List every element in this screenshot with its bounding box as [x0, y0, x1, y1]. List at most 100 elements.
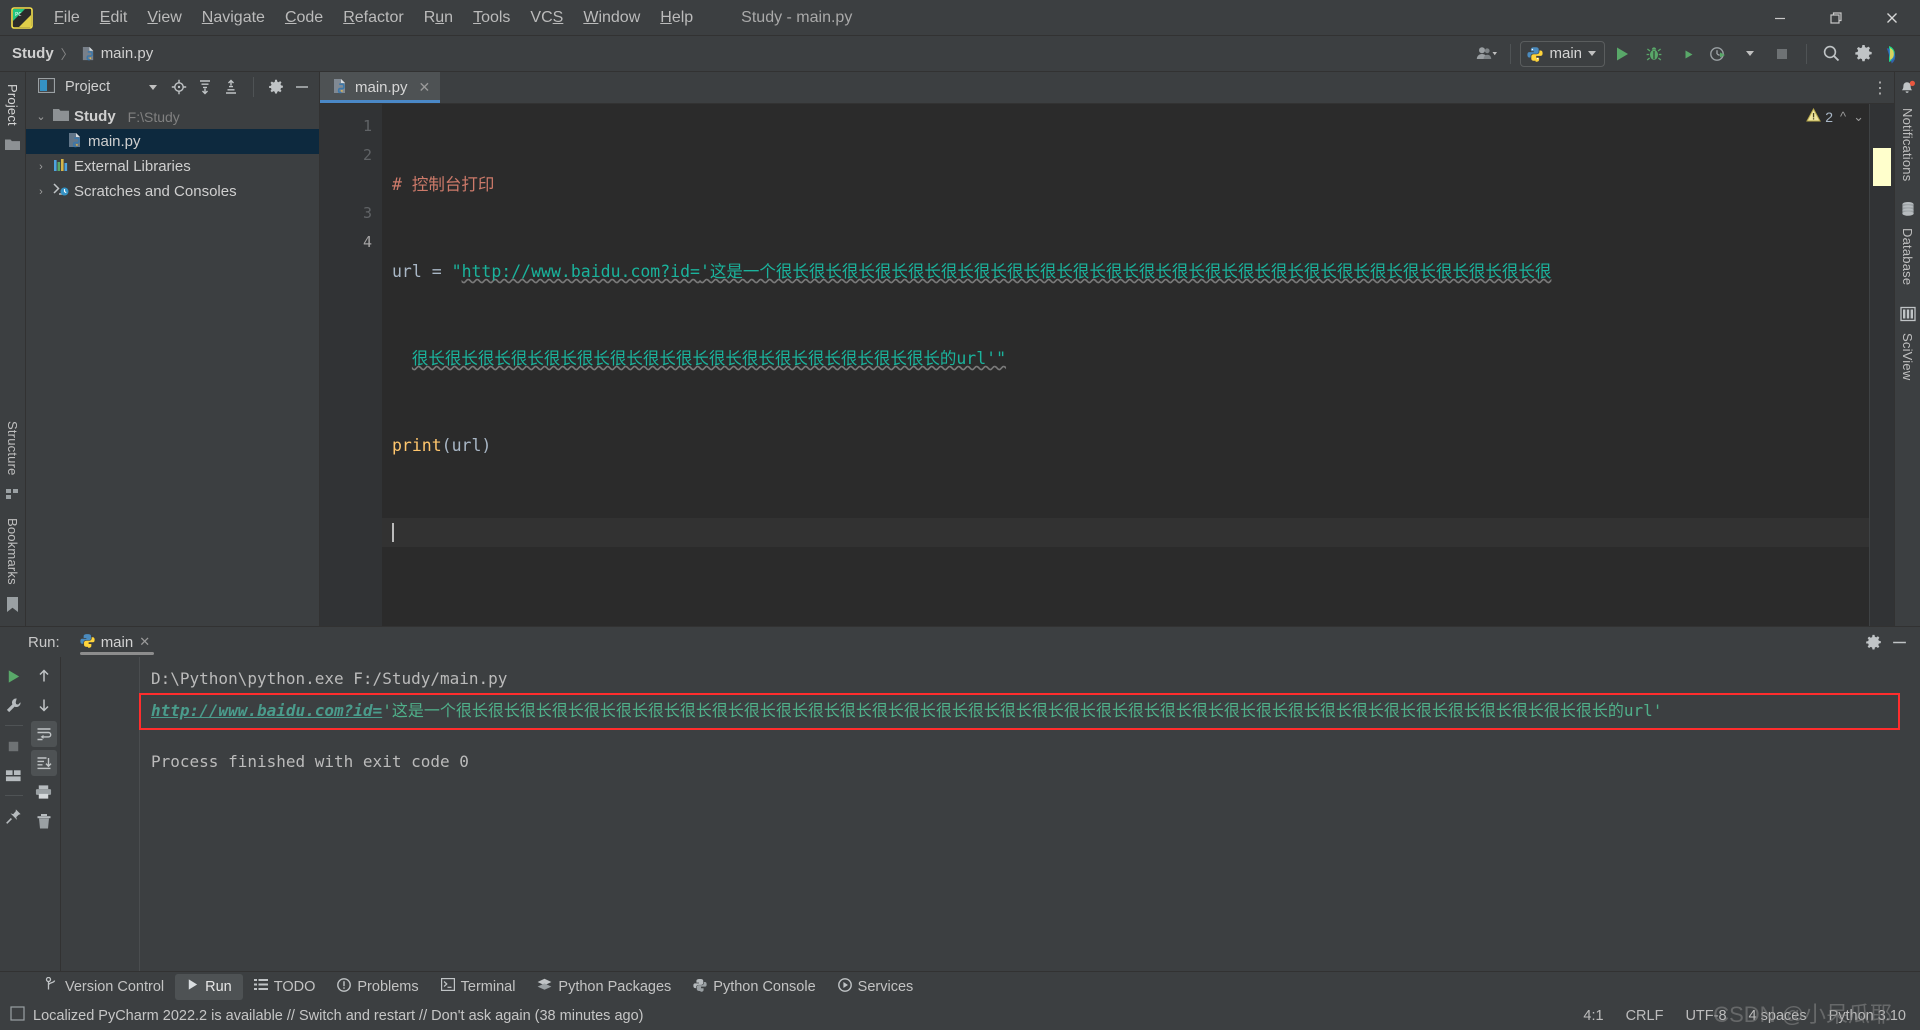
tree-row-mainpy[interactable]: main.py [26, 129, 319, 154]
rail-item-structure[interactable]: Structure [5, 415, 20, 482]
ide-assistant-icon[interactable] [1880, 40, 1910, 68]
run-configuration-selector[interactable]: main [1520, 40, 1605, 67]
warning-count[interactable]: 2 [1806, 107, 1833, 125]
layout-icon[interactable] [1, 762, 27, 788]
line-number: 3 [362, 204, 372, 222]
folder-icon [53, 108, 69, 126]
run-tab-main[interactable]: main ✕ [76, 627, 158, 657]
collapse-all-icon[interactable] [220, 76, 242, 98]
menu-view[interactable]: View [137, 5, 191, 31]
editor-options-icon[interactable]: ⋮ [1866, 72, 1894, 103]
project-settings-icon[interactable] [265, 76, 287, 98]
chevron-right-icon[interactable]: › [34, 186, 48, 198]
run-console[interactable]: D:\Python\python.exe F:/Study/main.py ht… [61, 657, 1920, 971]
console-output-text-1: '这是一个很长很长很长很长很长很长很长很长很长很长很长很长很长很长很长很长很长很… [382, 701, 1432, 720]
wrench-icon[interactable] [1, 692, 27, 718]
menu-tools[interactable]: Tools [463, 5, 520, 31]
rail-item-database[interactable]: Database [1900, 201, 1916, 291]
stop-icon[interactable] [1767, 40, 1797, 68]
close-button[interactable] [1864, 0, 1920, 36]
status-message[interactable]: Localized PyCharm 2022.2 is available //… [33, 1008, 643, 1024]
indent-setting[interactable]: 4 spaces [1749, 1008, 1807, 1024]
chevron-down-icon[interactable]: ⌄ [1853, 109, 1864, 125]
bottom-item-problems[interactable]: Problems [326, 974, 429, 1000]
inspection-strip[interactable] [1870, 104, 1894, 626]
chevron-up-icon[interactable]: ^ [1840, 109, 1846, 124]
structure-icon[interactable] [5, 487, 20, 506]
down-arrow-icon[interactable] [31, 692, 57, 718]
rail-item-project[interactable]: Project [5, 78, 20, 132]
interpreter-setting[interactable]: Python 3.10 [1829, 1008, 1906, 1024]
file-encoding[interactable]: UTF-8 [1685, 1008, 1726, 1024]
pin-icon[interactable] [1, 803, 27, 829]
rerun-icon[interactable] [1, 663, 27, 689]
bottom-item-services[interactable]: Services [827, 974, 925, 1000]
hide-panel-icon[interactable] [291, 76, 313, 98]
rail-label-structure: Structure [5, 420, 20, 476]
bottom-item-python-packages[interactable]: Python Packages [526, 974, 682, 1000]
bottom-item-todo[interactable]: TODO [243, 974, 327, 1000]
menu-help[interactable]: Help [650, 5, 703, 31]
run-icon[interactable] [1607, 40, 1637, 68]
line-number: 4 [362, 233, 372, 251]
breadcrumb-project[interactable]: Study [12, 45, 54, 62]
rail-item-notifications[interactable]: Notifications [1899, 80, 1916, 187]
print-icon[interactable] [31, 779, 57, 805]
close-icon[interactable]: ✕ [419, 79, 431, 96]
stop-icon[interactable] [1, 733, 27, 759]
menu-window[interactable]: Window [573, 5, 650, 31]
chevron-right-icon[interactable]: › [34, 161, 48, 173]
breadcrumb-file[interactable]: main.py [81, 45, 153, 62]
bookmark-icon[interactable] [6, 597, 19, 618]
profile-dropdown-icon[interactable] [1735, 40, 1765, 68]
console-url-link[interactable]: http://www.baidu.com?id= [151, 701, 382, 720]
python-file-icon [82, 46, 93, 61]
scroll-from-source-icon[interactable] [168, 76, 190, 98]
project-folder-icon[interactable] [5, 134, 20, 160]
menu-code[interactable]: Code [275, 5, 333, 31]
run-coverage-icon[interactable] [1671, 40, 1701, 68]
bottom-item-python-console[interactable]: Python Console [682, 974, 826, 1000]
menu-run[interactable]: Run [414, 5, 463, 31]
menu-navigate[interactable]: Navigate [192, 5, 275, 31]
project-view-dropdown-icon[interactable] [142, 76, 164, 98]
maximize-button[interactable] [1808, 0, 1864, 36]
tree-row-external-libraries[interactable]: › External Libraries [26, 154, 319, 179]
tree-row-study[interactable]: ⌄ Study F:\Study [26, 104, 319, 129]
status-bar: Localized PyCharm 2022.2 is available //… [0, 1001, 1920, 1030]
minimize-button[interactable] [1752, 0, 1808, 36]
bottom-item-run[interactable]: Run [175, 973, 243, 1000]
hide-icon[interactable] [1888, 631, 1910, 653]
menu-refactor[interactable]: Refactor [333, 5, 413, 31]
status-right-group: 4:1 CRLF UTF-8 4 spaces Python 3.10 [1583, 1008, 1906, 1024]
notification-icon[interactable] [10, 1006, 25, 1025]
line-separator[interactable]: CRLF [1626, 1008, 1664, 1024]
profile-icon[interactable] [1703, 40, 1733, 68]
scroll-to-end-icon[interactable] [30, 750, 57, 776]
settings-icon[interactable] [1862, 631, 1884, 653]
account-icon[interactable] [1471, 40, 1501, 68]
tree-row-scratches[interactable]: › Scratches and Consoles [26, 179, 319, 204]
menu-edit[interactable]: Edit [90, 5, 138, 31]
search-everywhere-icon[interactable] [1816, 40, 1846, 68]
debug-icon[interactable] [1639, 40, 1669, 68]
bottom-item-version-control[interactable]: Version Control [34, 974, 175, 1000]
trash-icon[interactable] [31, 808, 57, 834]
soft-wrap-icon[interactable] [30, 721, 57, 747]
rail-item-bookmarks[interactable]: Bookmarks [5, 512, 20, 591]
editor-gutter[interactable]: 1 2 3 4 [320, 104, 382, 626]
up-arrow-icon[interactable] [31, 663, 57, 689]
settings-icon[interactable] [1848, 40, 1878, 68]
bottom-item-terminal[interactable]: Terminal [430, 974, 527, 1000]
expand-all-icon[interactable] [194, 76, 216, 98]
caret-position[interactable]: 4:1 [1583, 1008, 1603, 1024]
inspection-widget[interactable]: 2 ^ ⌄ [1806, 107, 1864, 125]
close-icon[interactable]: ✕ [139, 634, 150, 650]
tab-main-py[interactable]: main.py ✕ [320, 72, 441, 103]
menu-file[interactable]: FFileile [44, 5, 90, 31]
menu-vcs[interactable]: VCS [520, 5, 573, 31]
chevron-down-icon[interactable]: ⌄ [34, 110, 48, 123]
rail-item-sciview[interactable]: SciView [1899, 306, 1916, 386]
code-content[interactable]: # 控制台打印 url = "http://www.baidu.com?id='… [382, 104, 1870, 626]
inspection-marker[interactable] [1873, 148, 1891, 186]
